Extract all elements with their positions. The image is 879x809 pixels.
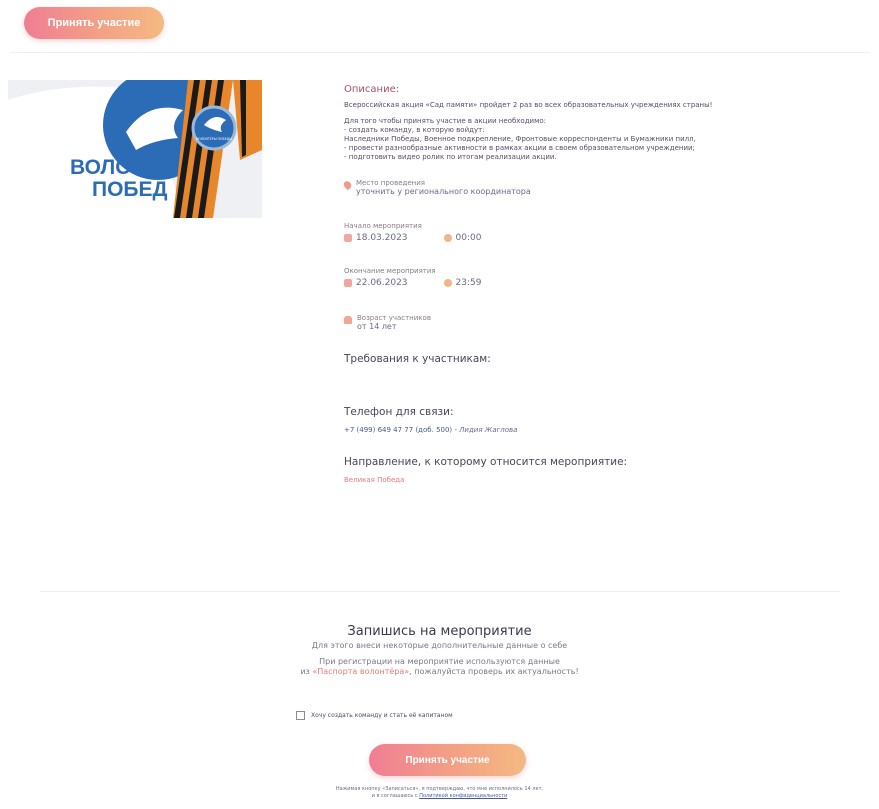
- join-button[interactable]: Принять участие: [369, 744, 526, 776]
- top-divider: [10, 52, 870, 53]
- register-title: Запишись на мероприятие: [347, 624, 532, 639]
- join-button-top[interactable]: Принять участие: [24, 7, 164, 39]
- description-item: - создать команду, в которую войдут:: [344, 126, 485, 134]
- bottom-divider: [40, 591, 840, 592]
- place-block: Место проведения уточнить у региональног…: [342, 179, 864, 196]
- place-label: Место проведения: [356, 179, 425, 187]
- clock-icon: [443, 279, 452, 287]
- end-time: 23:59: [455, 278, 482, 288]
- volunteer-photo: ВОЛОНТ ПОБЕД ВОЛОНТЕРЫ ПОБЕДЫ: [8, 80, 262, 218]
- location-pin-icon: [342, 179, 353, 191]
- note-suffix: , пожалуйста проверь их актуальность!: [409, 667, 579, 676]
- badge-text: ВОЛОНТЕРЫ ПОБЕДЫ: [196, 137, 232, 141]
- age-label: Возраст участников: [357, 314, 431, 322]
- legal-prefix: и я соглашаюсь с: [371, 793, 420, 799]
- description-lead: Всероссийская акция «Сад памяти» пройдет…: [344, 101, 713, 109]
- contact-person: Лидия Жаглова: [459, 426, 518, 434]
- end-label: Окончание мероприятия: [344, 267, 436, 275]
- start-label: Начало мероприятия: [344, 222, 422, 230]
- register-note-2: из «Паспорта волонтёра», пожалуйста пров…: [0, 667, 879, 677]
- description-item: Наследники Победы, Военное подкрепление,…: [344, 135, 696, 143]
- register-subtitle: Для этого внеси некоторые дополнительные…: [311, 641, 568, 650]
- start-date: 18.03.2023: [356, 233, 408, 243]
- person-icon: [344, 316, 352, 324]
- description-item: - подготовить видео ролик по итогам реал…: [344, 153, 557, 161]
- team-checkbox-label[interactable]: Хочу создать команду и стать её капитано…: [311, 712, 453, 719]
- clock-icon: [443, 234, 452, 242]
- requirements-title: Требования к участникам:: [344, 353, 491, 365]
- team-checkbox-row[interactable]: Хочу создать команду и стать её капитано…: [296, 711, 453, 720]
- register-note-1: При регистрации на мероприятие использую…: [319, 657, 560, 666]
- contact-title: Телефон для связи:: [344, 406, 454, 418]
- contact-line: +7 (499) 649 47 77 (доб. 500) - Лидия Жа…: [344, 426, 864, 434]
- shirt-text-1: ВОЛОНТ: [70, 156, 160, 179]
- legal-text: Нажимая кнопку «Записаться», я подтвержд…: [0, 786, 879, 800]
- shirt-text-2: ПОБЕД: [92, 178, 168, 201]
- legal-line-2: и я соглашаюсь с Политикой конфиденциаль…: [0, 793, 879, 800]
- note-prefix: из: [300, 667, 313, 676]
- description-intro: Для того чтобы принять участие в акции н…: [344, 117, 547, 125]
- contact-phone: +7 (499) 649 47 77 (доб. 500) -: [344, 426, 457, 434]
- calendar-icon: [344, 234, 352, 242]
- team-checkbox[interactable]: [296, 711, 305, 720]
- age-block: Возраст участников от 14 лет: [344, 314, 864, 331]
- age-value: от 14 лет: [357, 322, 397, 331]
- legal-line-1: Нажимая кнопку «Записаться», я подтвержд…: [335, 786, 544, 792]
- start-block: Начало мероприятия 18.03.2023 00:00: [344, 222, 864, 243]
- end-date: 22.06.2023: [356, 278, 408, 288]
- event-details: Описание: Всероссийская акция «Сад памят…: [342, 84, 864, 484]
- start-time: 00:00: [455, 233, 482, 243]
- direction-title: Направление, к которому относится меропр…: [344, 456, 628, 468]
- description-item: - провести разнообразные активности в ра…: [344, 144, 695, 152]
- register-section: Запишись на мероприятие Для этого внеси …: [0, 624, 879, 677]
- volunteer-passport-link[interactable]: «Паспорта волонтёра»: [312, 667, 409, 676]
- end-block: Окончание мероприятия 22.06.2023 23:59: [344, 267, 864, 288]
- description-title: Описание:: [344, 84, 400, 95]
- place-value: уточнить у регионального координатора: [356, 187, 531, 196]
- event-image: ВОЛОНТ ПОБЕД ВОЛОНТЕРЫ ПОБЕДЫ: [8, 80, 262, 218]
- direction-link[interactable]: Великая Победа: [344, 476, 864, 484]
- calendar-icon: [344, 279, 352, 287]
- privacy-policy-link[interactable]: Политикой конфиденциальности: [419, 793, 507, 799]
